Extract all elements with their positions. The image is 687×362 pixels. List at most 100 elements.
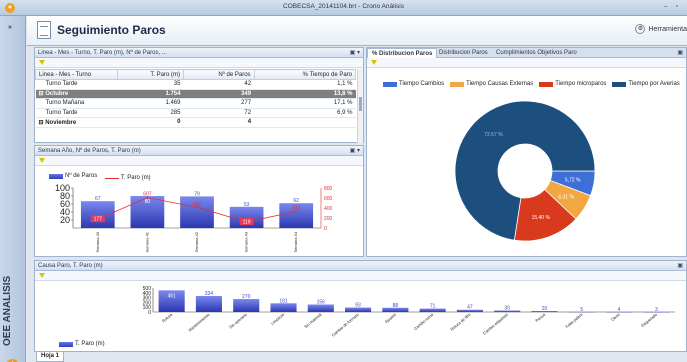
x-tick-label: Sin operario — [228, 311, 248, 329]
bar-data-label: 71 — [430, 304, 436, 310]
bar-data-label: 93 — [355, 303, 361, 309]
x-tick-label: Semana 44 — [293, 231, 298, 252]
table-cell: 285 — [117, 108, 184, 118]
tab-pct-distribucion[interactable]: % Distribucion Paros — [367, 48, 438, 58]
tab-distribucion[interactable]: Distribucion Paros — [435, 48, 492, 58]
legend-label: Tiempo Causas Externas — [466, 81, 534, 87]
pie-legend: Tiempo Cambios Tiempo Causas Externas Tiem… — [383, 81, 686, 89]
gear-icon: ⚙ — [635, 24, 646, 34]
table-row[interactable]: ⊟ Noviembre 0 4 — [35, 117, 356, 128]
bar-data-label: 181 — [279, 298, 288, 304]
legend-swatch-bar — [49, 173, 63, 179]
table-row[interactable]: Turno Tarde 35 42 1,1 % — [35, 79, 356, 90]
week-legend: Nº de Paros T. Paro (m) — [49, 173, 157, 181]
slice-label: 72,57 % — [484, 132, 503, 138]
table-cell: 0 — [117, 117, 184, 128]
filter-icon[interactable] — [39, 273, 45, 278]
x-tick-label: Etiquetado — [640, 311, 658, 328]
tab-cumplimientos[interactable]: Cumplimientos Objetivos Paro — [492, 48, 581, 58]
col-header-linea[interactable]: Linea - Mes - Turno — [35, 69, 118, 80]
y2-tick-label: 800 — [324, 186, 333, 192]
slice-label: 6,31 % — [558, 195, 574, 201]
week-chart-panel: Semana Año, Nº de Paros, T. Paro (m) ▣ ▾… — [34, 145, 364, 257]
bar-causa — [233, 299, 260, 312]
donut-chart: 5,72 % 6,31 % 15,40 % 72,57 % — [454, 100, 596, 242]
x-tick-label: Sin material — [303, 312, 322, 329]
legend-label: Tiempo por Averias — [628, 81, 680, 87]
tools-button[interactable]: ⚙ Herramienta — [635, 24, 687, 34]
week-panel-header: Semana Año, Nº de Paros, T. Paro (m) ▣ ▾ — [35, 146, 363, 156]
table-scrollbar[interactable] — [357, 69, 363, 143]
bar-causa — [307, 304, 334, 312]
table-cell — [254, 117, 356, 128]
table-cell: Turno Tarde — [35, 79, 118, 90]
y-tick-label: 0 — [148, 310, 151, 316]
x-tick-label: Falta palets — [564, 312, 583, 329]
col-header-t-paro[interactable]: T. Paro (m) — [117, 69, 184, 80]
window-title: COBECSA_20141104.brr - Crono Análisis — [283, 3, 404, 10]
bar-semana — [80, 201, 115, 228]
filter-icon[interactable] — [39, 60, 45, 65]
x-tick-label: Semana 41 — [144, 231, 149, 252]
window-controls[interactable]: – ▫ — [664, 3, 681, 10]
table-row[interactable]: ⊟ Octubre 1.754 349 13,8 % — [35, 89, 356, 99]
filter-icon[interactable] — [39, 158, 45, 163]
legend-swatch — [383, 81, 397, 87]
filter-icon[interactable] — [371, 60, 377, 65]
cause-chart: 5004003002001000451Rotura334Mantenimient… — [143, 286, 675, 338]
bar-data-label: 451 — [167, 293, 176, 299]
y2-tick-label: 400 — [324, 206, 333, 212]
legend-swatch-bar — [59, 341, 73, 347]
filter-bar — [35, 58, 363, 68]
x-tick-label: Semana 42 — [194, 231, 199, 252]
y2-tick-label: 0 — [324, 226, 327, 232]
table-cell: 17,1 % — [254, 98, 356, 109]
legend-label: Nº de Paros — [65, 173, 98, 179]
table-row[interactable]: Turno Tarde 285 72 6,9 % — [35, 108, 356, 118]
x-tick-label: Mantenimiento — [187, 311, 211, 332]
legend-item: Tiempo por Averias — [612, 81, 680, 87]
bar-inner-label: 80 — [145, 199, 151, 205]
x-tick-label: Rotura — [161, 311, 174, 323]
y-tick-label: 20 — [60, 215, 70, 225]
bar-data-label: 270 — [242, 294, 251, 300]
y2-tick-label: 600 — [324, 196, 333, 202]
table-cell: Turno Mañana — [35, 98, 118, 109]
table-scroll-thumb[interactable] — [359, 97, 362, 111]
legend-label: Tiempo microparos — [555, 81, 607, 87]
expand-sidebar-icon[interactable]: » — [8, 24, 12, 31]
tab-strip: % Distribucion Paros Distribucion Paros … — [367, 48, 686, 58]
panel-menu-icon[interactable]: ▣ — [677, 48, 683, 58]
bar-data-label: 334 — [205, 291, 214, 297]
sheet-tab-hoja-1[interactable]: Hoja 1 — [36, 352, 65, 362]
x-tick-label: Cambio turno — [413, 311, 435, 331]
bar-data-label: 20 — [542, 306, 548, 312]
bar-data-label: 62 — [293, 198, 299, 204]
distribution-panel: % Distribucion Paros Distribucion Paros … — [366, 47, 687, 257]
bar-data-label: 30 — [504, 306, 510, 312]
left-sidebar: » OEE ANALISIS ! — [0, 16, 26, 362]
x-tick-label: Ajustes — [384, 312, 397, 324]
bar-data-label: 47 — [467, 305, 473, 311]
week-chart: 10080604020800600400200067Semana 4080Sem… — [55, 183, 333, 252]
cause-legend: T. Paro (m) — [59, 341, 111, 349]
col-header-paros[interactable]: Nº de Paros — [182, 69, 255, 80]
line-data-label: 607 — [143, 192, 152, 198]
sidebar-section-label[interactable]: OEE ANALISIS — [2, 266, 13, 346]
legend-label: T. Paro (m) — [120, 175, 151, 181]
col-header-pct[interactable]: % Tiempo de Paro — [253, 69, 357, 80]
slice-label: 5,72 % — [565, 178, 581, 184]
cause-panel-title: Causa Paro, T. Paro (m) — [38, 263, 103, 269]
table-panel-header: Linea - Mes - Turno, T. Paro (m), Nº de … — [35, 48, 363, 58]
bar-data-label: 3 — [655, 307, 658, 313]
bar-data-label: 79 — [194, 191, 200, 197]
x-tick-label: Semana 43 — [244, 231, 249, 252]
x-tick-label: Rotura de film — [449, 312, 472, 332]
panel-menu-icon[interactable]: ▣ ▾ — [350, 48, 360, 58]
panel-menu-icon[interactable]: ▣ ▾ — [350, 146, 360, 156]
table-row[interactable]: Turno Mañana 1.469 277 17,1 % — [35, 98, 356, 109]
x-tick-label: Cambio de formato — [330, 311, 360, 337]
panel-menu-icon[interactable]: ▣ — [677, 261, 683, 271]
table-cell: 4 — [183, 117, 255, 128]
line-data-label: 119 — [243, 220, 251, 226]
